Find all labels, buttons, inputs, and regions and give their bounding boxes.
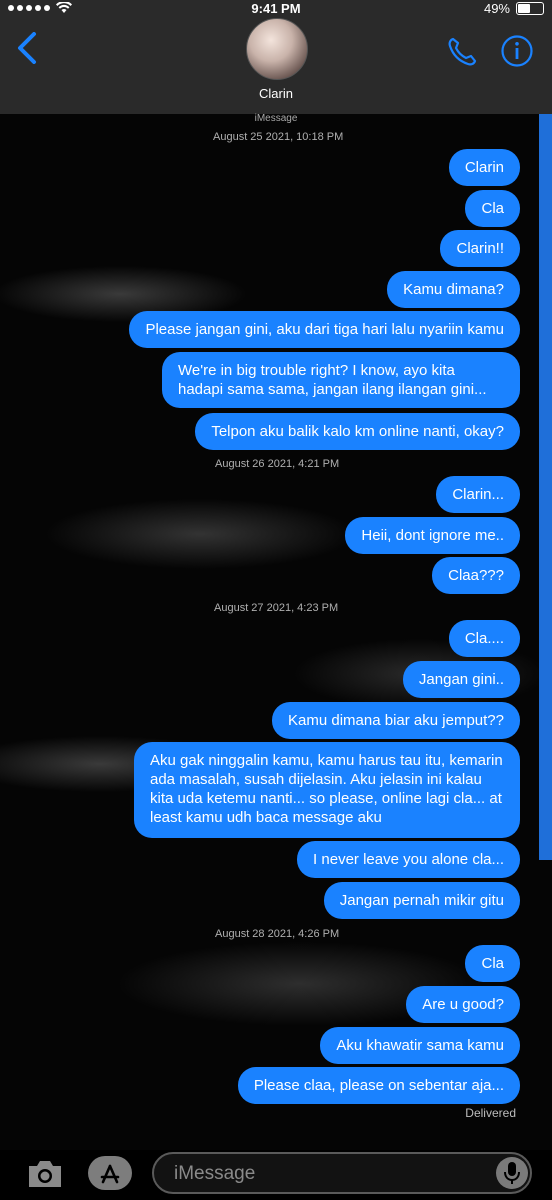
message-bubble[interactable]: Please claa, please on sebentar aja... [237, 1067, 520, 1104]
microphone-button[interactable] [496, 1157, 528, 1189]
message-bubble[interactable]: Cla.... [448, 620, 520, 657]
battery-icon [516, 2, 544, 15]
microphone-icon [504, 1162, 520, 1184]
service-label: iMessage [254, 113, 298, 124]
timestamp: August 27 2021, 4:23 PM [214, 602, 339, 614]
clock: 9:41 PM [251, 1, 301, 16]
delivery-status: Delivered [465, 1106, 516, 1120]
timestamp: August 26 2021, 4:21 PM [215, 458, 340, 470]
battery-percent: 49% [483, 1, 510, 16]
message-input-box[interactable] [152, 1152, 532, 1194]
status-bar: 9:41 PM 49% [0, 0, 552, 18]
timestamp: August 25 2021, 10:18 PM [213, 131, 344, 143]
message-bubble[interactable]: Telpon aku balik kalo km online nanti, o… [195, 413, 520, 450]
message-input[interactable] [172, 1160, 476, 1188]
message-bubble[interactable]: Cla [465, 945, 520, 982]
message-bubble[interactable]: Clarin... [436, 476, 520, 513]
message-bubble[interactable]: Aku gak ninggalin kamu, kamu harus tau i… [134, 742, 520, 838]
camera-icon[interactable] [26, 1158, 64, 1190]
message-bubble[interactable]: Kamu dimana? [387, 271, 520, 308]
message-bubble[interactable]: We're in big trouble right? I know, ayo … [162, 352, 520, 408]
message-bubble[interactable]: Kamu dimana biar aku jemput?? [272, 702, 520, 739]
phone-icon[interactable] [444, 34, 480, 70]
message-bubble[interactable]: I never leave you alone cla... [297, 841, 520, 878]
message-bubble[interactable]: Heii, dont ignore me.. [345, 517, 520, 554]
conversation-header: Clarin [0, 18, 552, 114]
message-bubble[interactable]: Cla [465, 190, 520, 227]
message-bubble[interactable]: Aku khawatir sama kamu [320, 1027, 520, 1064]
info-icon[interactable] [500, 34, 534, 68]
message-bubble[interactable]: Jangan pernah mikir gitu [323, 882, 520, 919]
message-bubble[interactable]: Clarin!! [440, 230, 520, 267]
message-bubble[interactable]: Claa??? [432, 557, 520, 594]
message-bubble[interactable]: Jangan gini.. [402, 661, 520, 698]
app-store-button[interactable] [88, 1156, 132, 1190]
timestamp: August 28 2021, 4:26 PM [215, 928, 340, 940]
message-bubble[interactable]: Clarin [448, 149, 520, 186]
message-bubble[interactable]: Are u good? [406, 986, 520, 1023]
contact-name[interactable]: Clarin [0, 86, 552, 101]
contact-avatar[interactable] [246, 18, 308, 80]
message-bubble[interactable]: Please jangan gini, aku dari tiga hari l… [129, 311, 520, 348]
chevron-left-icon[interactable] [16, 32, 38, 64]
app-store-icon [100, 1164, 120, 1184]
scrollbar[interactable] [539, 114, 552, 860]
